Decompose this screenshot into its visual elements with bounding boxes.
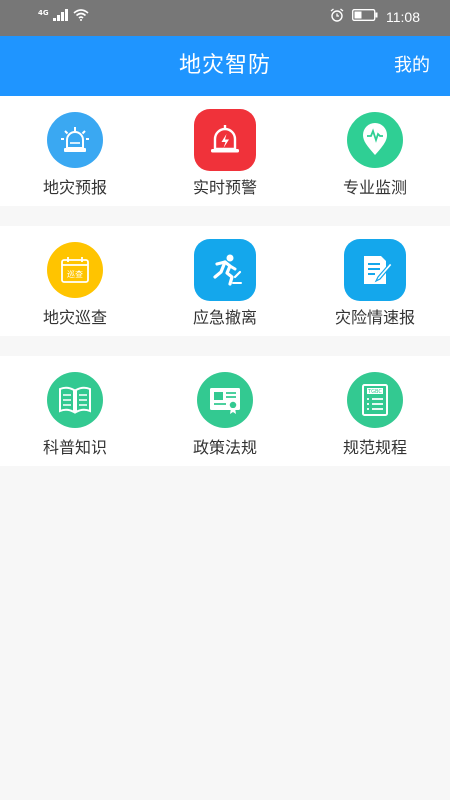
tile-label: 应急撤离 [192,308,257,327]
battery-icon [352,9,378,25]
signal-icon [52,9,69,25]
open-book-icon [47,372,103,428]
tile-label: 政策法规 [192,438,257,457]
tile-label: 地灾巡查 [42,308,107,327]
tile-label: 灾险情速报 [334,308,415,327]
patrol-badge-text: 巡查 [67,269,83,279]
tile-realtime-warning[interactable]: 实时预警 [150,96,300,206]
page-title: 地灾智防 [178,53,271,78]
status-time: 11:08 [386,9,420,25]
status-bar: 4G 11:08 [0,0,450,36]
warning-bell-icon [194,109,256,171]
feature-group-3: 科普知识 政策法规 TGBC 规范规程 [0,356,450,466]
running-person-icon [194,239,256,301]
monitor-pin-icon [347,112,403,168]
tile-pro-monitoring[interactable]: 专业监测 [300,96,450,206]
tile-label: 地灾预报 [42,178,107,197]
certificate-icon [197,372,253,428]
tile-label: 专业监测 [342,178,407,197]
wifi-icon [73,9,89,25]
network-type: 4G [38,9,49,17]
tile-science-knowledge[interactable]: 科普知识 [0,356,150,466]
status-left: 4G [38,9,89,25]
status-right: 11:08 [330,8,420,26]
app-header: 地灾智防 我的 [0,36,450,96]
feature-group-2: 巡查 地灾巡查 应急撤离 灾险情速报 [0,226,450,336]
tile-label: 规范规程 [342,438,407,457]
alarm-icon [330,8,344,26]
checklist-book-icon: TGBC [347,372,403,428]
tile-hazard-quick-report[interactable]: 灾险情速报 [300,226,450,336]
tile-disaster-forecast[interactable]: 地灾预报 [0,96,150,206]
tile-policies-regulations[interactable]: 政策法规 [150,356,300,466]
tile-standards-procedures[interactable]: TGBC 规范规程 [300,356,450,466]
patrol-calendar-icon: 巡查 [47,242,103,298]
alarm-light-icon [47,112,103,168]
tile-label: 实时预警 [192,178,257,197]
tile-disaster-patrol[interactable]: 巡查 地灾巡查 [0,226,150,336]
tile-label: 科普知识 [42,438,107,457]
feature-group-1: 地灾预报 实时预警 专业监测 [0,96,450,206]
tile-emergency-evacuation[interactable]: 应急撤离 [150,226,300,336]
report-edit-icon [344,239,406,301]
tgbc-badge-text: TGBC [367,389,382,395]
mine-button[interactable]: 我的 [394,36,430,96]
